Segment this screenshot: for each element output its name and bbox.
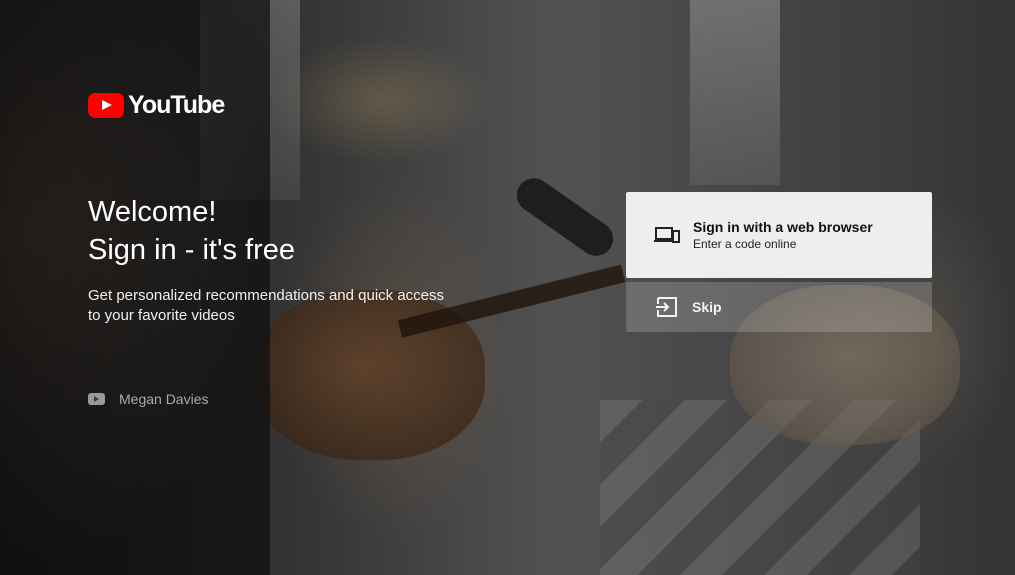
devices-icon [654, 225, 680, 245]
youtube-small-icon [88, 393, 105, 405]
sign-in-web-browser-subtitle: Enter a code online [693, 237, 797, 251]
sign-in-title: Sign in - it's free [88, 234, 296, 266]
sign-in-screen: YouTube Welcome! Sign in - it's free Get… [0, 0, 1015, 575]
account-row: Megan Davies [88, 391, 209, 407]
exit-icon [654, 296, 680, 318]
skip-label: Skip [692, 299, 722, 315]
account-name: Megan Davies [119, 391, 209, 407]
youtube-play-icon [88, 93, 124, 118]
youtube-wordmark: YouTube [128, 91, 225, 119]
sign-in-web-browser-button[interactable]: Sign in with a web browser Enter a code … [626, 192, 932, 278]
sign-in-web-browser-text: Sign in with a web browser Enter a code … [693, 218, 873, 252]
sign-in-web-browser-title: Sign in with a web browser [693, 219, 873, 235]
welcome-description: Get personalized recommendations and qui… [88, 287, 445, 324]
youtube-logo: YouTube [88, 91, 225, 120]
welcome-heading: Welcome! Sign in - it's free [88, 193, 295, 269]
welcome-title: Welcome! [88, 196, 217, 228]
skip-button[interactable]: Skip [626, 282, 932, 332]
